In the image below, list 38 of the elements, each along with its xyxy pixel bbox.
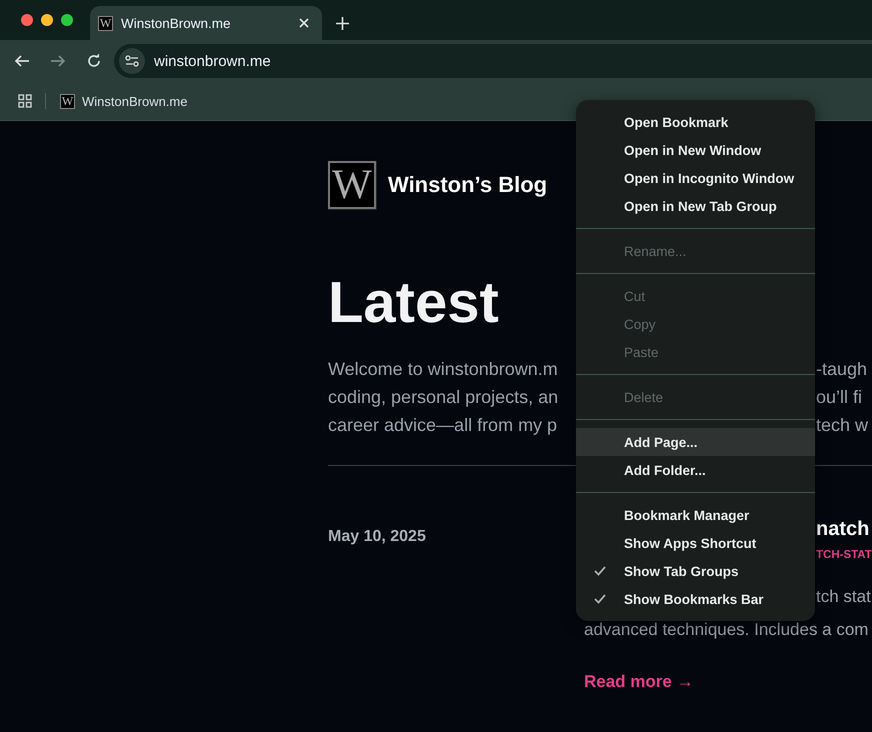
close-window-button[interactable] xyxy=(21,14,33,26)
menu-item[interactable]: Add Folder... xyxy=(576,456,815,484)
bookmark-item[interactable]: W WinstonBrown.me xyxy=(60,94,188,108)
site-title: Winston’s Blog xyxy=(388,172,548,198)
post-title: natch xyxy=(816,518,870,541)
site-settings-icon[interactable] xyxy=(119,48,145,74)
favicon: W xyxy=(60,94,75,108)
favicon: W xyxy=(98,16,113,30)
menu-item[interactable]: Open in New Window xyxy=(576,136,815,164)
menu-item[interactable]: Add Page... xyxy=(576,428,815,456)
intro-text: tech w xyxy=(816,414,870,437)
intro-text: career advice—all from my p xyxy=(328,414,558,437)
post-date: May 10, 2025 xyxy=(328,528,427,546)
browser-tab[interactable]: W WinstonBrown.me xyxy=(90,6,322,40)
post-tag: TCH-STAT xyxy=(816,549,872,561)
post-excerpt: tch stat xyxy=(816,587,872,607)
address-bar[interactable]: winstonbrown.me xyxy=(114,44,872,78)
intro-text: ou’ll fi xyxy=(816,386,864,409)
zoom-window-button[interactable] xyxy=(61,14,73,26)
post-excerpt: advanced techniques. Includes a com xyxy=(584,620,868,640)
intro-text: Welcome to winstonbrown.m xyxy=(328,358,559,381)
intro-text: -taugh xyxy=(816,358,868,381)
apps-grid-icon[interactable] xyxy=(18,94,32,108)
menu-item[interactable]: Bookmark Manager xyxy=(576,501,815,529)
intro-text: coding, personal projects, an xyxy=(328,386,560,409)
page-heading: Latest xyxy=(328,271,500,335)
minimize-window-button[interactable] xyxy=(41,14,53,26)
menu-item[interactable]: Open Bookmark xyxy=(576,108,815,136)
site-logo: W xyxy=(328,161,376,209)
menu-item[interactable]: Open in Incognito Window xyxy=(576,164,815,192)
read-more-link[interactable]: Read more → xyxy=(584,672,694,692)
menu-item[interactable]: Show Bookmarks Bar xyxy=(576,585,815,613)
address-text: winstonbrown.me xyxy=(154,52,271,70)
tab-title: WinstonBrown.me xyxy=(121,16,232,30)
menu-item[interactable]: Show Apps Shortcut xyxy=(576,529,815,557)
menu-item[interactable]: Open in New Tab Group xyxy=(576,192,815,220)
new-tab-button[interactable] xyxy=(334,14,350,32)
menu-item[interactable]: Show Tab Groups xyxy=(576,557,815,585)
